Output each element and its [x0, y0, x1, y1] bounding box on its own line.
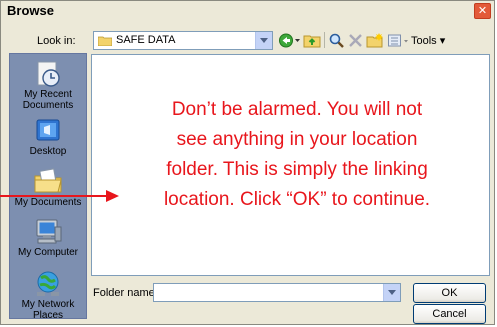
place-label: Desktop — [29, 146, 67, 157]
back-icon[interactable] — [278, 32, 300, 49]
chevron-down-icon[interactable] — [383, 284, 400, 301]
place-label: My Recent Documents — [22, 89, 74, 111]
delete-icon[interactable] — [348, 32, 363, 49]
look-in-label: Look in: — [37, 35, 76, 47]
place-my-documents[interactable]: My Documents — [10, 166, 86, 208]
file-list[interactable]: Don’t be alarmed. You will not see anyth… — [91, 54, 490, 276]
annotation-line: Don’t be alarmed. You will not — [171, 99, 423, 120]
annotation-line: see anything in your location — [176, 129, 418, 150]
annotation-line: location. Click “OK” to continue. — [163, 189, 431, 210]
place-label: My Computer — [17, 247, 78, 258]
desktop-icon — [36, 119, 60, 141]
browse-dialog: Browse ✕ Look in: SAFE DATA Tools ▾ My R… — [0, 0, 495, 325]
place-my-computer[interactable]: My Computer — [10, 218, 86, 258]
cancel-button[interactable]: Cancel — [413, 304, 486, 324]
annotation-line: folder. This is simply the linking — [166, 159, 428, 180]
new-folder-icon[interactable] — [366, 32, 383, 49]
window-title: Browse — [7, 3, 54, 18]
look-in-dropdown[interactable]: SAFE DATA — [93, 31, 273, 50]
network-places-icon — [37, 271, 59, 296]
place-network-places[interactable]: My Network Places — [10, 270, 86, 321]
toolbar-separator — [324, 32, 325, 48]
tools-menu[interactable]: Tools ▾ — [411, 34, 445, 47]
views-icon[interactable] — [387, 32, 409, 49]
places-bar: My Recent Documents Desktop My Documents — [9, 53, 87, 321]
title-bar: Browse ✕ — [1, 1, 494, 20]
search-icon[interactable] — [328, 32, 345, 49]
annotation-text: Don’t be alarmed. You will not see anyth… — [117, 95, 477, 215]
close-icon[interactable]: ✕ — [474, 3, 491, 19]
place-recent-documents[interactable]: My Recent Documents — [10, 60, 86, 111]
ok-button[interactable]: OK — [413, 283, 486, 303]
my-computer-icon — [36, 219, 62, 244]
my-documents-icon — [34, 168, 62, 193]
folder-name-label: Folder name: — [93, 287, 158, 299]
place-desktop[interactable]: Desktop — [10, 117, 86, 157]
look-in-value: SAFE DATA — [116, 34, 176, 46]
folder-icon — [98, 36, 112, 46]
chevron-down-icon[interactable] — [255, 32, 272, 49]
up-folder-icon[interactable] — [303, 32, 321, 49]
place-label: My Documents — [14, 197, 82, 208]
place-label: My Network Places — [21, 299, 75, 321]
recent-documents-icon — [37, 61, 60, 87]
folder-name-input[interactable] — [153, 283, 401, 302]
